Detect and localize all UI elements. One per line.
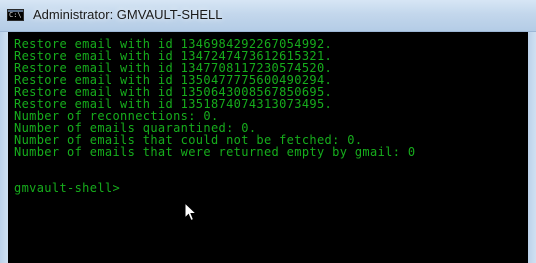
console-window: C:\ Administrator: GMVAULT-SHELL Restore… — [0, 0, 536, 263]
console-output[interactable]: Restore email with id 134698429226705499… — [8, 32, 536, 263]
window-title: Administrator: GMVAULT-SHELL — [33, 7, 223, 22]
window-frame-right — [528, 32, 536, 263]
shell-prompt[interactable]: gmvault-shell> — [14, 182, 120, 194]
console-icon[interactable]: C:\ — [7, 9, 24, 21]
console-icon-glyph: C:\ — [9, 11, 22, 19]
title-bar[interactable]: C:\ Administrator: GMVAULT-SHELL — [0, 0, 536, 32]
console-line: Number of emails that were returned empt… — [14, 145, 416, 159]
window-frame-left — [0, 32, 8, 263]
mouse-pointer-icon — [184, 202, 198, 222]
